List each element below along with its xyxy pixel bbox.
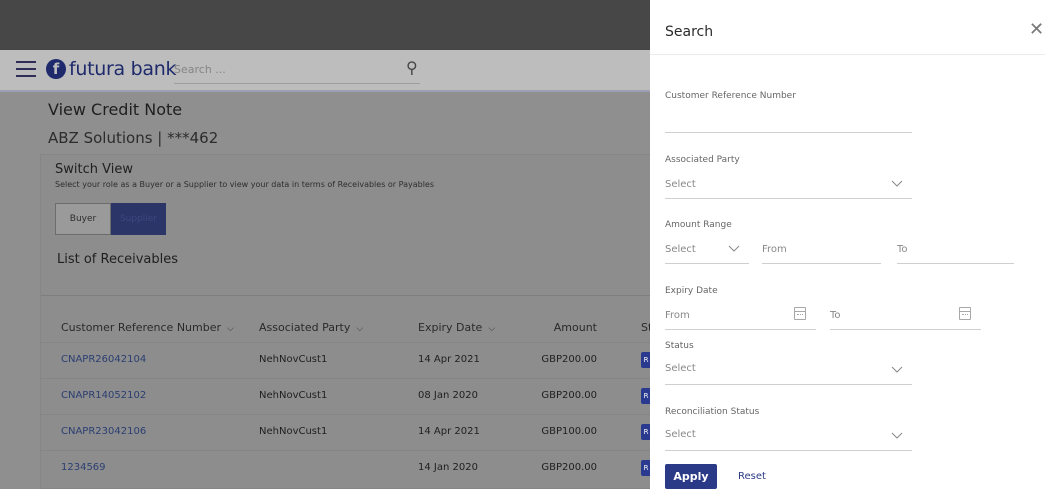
reference-link[interactable]: 1234569 [61,462,106,473]
search-panel: Search ✕ Customer Reference Number Assoc… [650,0,1045,489]
main-content: View Credit Note ABZ Solutions | ***462 … [0,92,650,489]
status-value: Select [665,363,696,374]
close-icon[interactable]: ✕ [1029,21,1044,39]
associated-party-label: Associated Party [665,155,740,165]
amount-cell: GBP100.00 [541,426,597,437]
status-badge: R [641,424,650,440]
party-cell: NehNovCust1 [259,354,328,365]
switch-view-description: Select your role as a Buyer or a Supplie… [55,180,435,189]
recon-status-select[interactable]: Select [665,425,912,451]
associated-party-select[interactable]: Select [665,175,912,199]
app-header: f futura bank Search ... ⚲ [0,50,650,92]
chevron-down-icon [891,180,903,187]
table-row[interactable]: CNAPR26042104 NehNovCust1 14 Apr 2021 GB… [41,342,650,378]
expiry-cell: 14 Apr 2021 [418,354,480,365]
reset-link[interactable]: Reset [738,471,766,482]
search-icon[interactable]: ⚲ [406,58,418,77]
reference-link[interactable]: CNAPR14052102 [61,390,146,401]
chevron-down-icon: ⌵ [227,324,234,334]
expiry-to-placeholder: To [830,310,841,321]
column-header-label: Associated Party [259,321,351,334]
amount-range-label: Amount Range [665,220,732,230]
column-header-label: St [641,321,650,334]
buyer-button[interactable]: Buyer [55,203,111,235]
party-account-subtitle: ABZ Solutions | ***462 [48,129,219,147]
page-title: View Credit Note [48,100,183,119]
bank-logo[interactable]: f futura bank [46,58,176,80]
role-toggle: Buyer Supplier [55,203,166,235]
reference-link[interactable]: CNAPR26042104 [61,354,146,365]
table-row[interactable]: CNAPR23042106 NehNovCust1 14 Apr 2021 GB… [41,414,650,450]
amount-to-input[interactable]: To [897,240,1014,264]
amount-cell: GBP200.00 [541,462,597,473]
header-search-input[interactable]: Search ... ⚲ [174,58,420,84]
column-header-label: Amount [553,321,597,334]
table-row[interactable]: 1234569 14 Jan 2020 GBP200.00 R [41,450,650,486]
expiry-cell: 14 Jan 2020 [418,462,478,473]
supplier-button[interactable]: Supplier [111,203,166,235]
calendar-icon[interactable] [794,307,806,320]
top-strip [0,0,650,50]
apply-button[interactable]: Apply [665,464,717,489]
column-header-expiry[interactable]: Expiry Date ⌵ [418,321,495,334]
calendar-icon[interactable] [959,307,971,320]
chevron-down-icon [728,245,740,252]
status-select[interactable]: Select [665,359,912,385]
expiry-cell: 14 Apr 2021 [418,426,480,437]
expiry-from-input[interactable]: From [665,306,816,330]
chevron-down-icon [891,366,903,373]
customer-ref-input[interactable] [665,111,912,133]
customer-ref-label: Customer Reference Number [665,91,796,101]
status-badge: R [641,460,650,476]
chevron-down-icon [891,432,903,439]
logo-icon: f [46,59,66,79]
switch-view-title: Switch View [55,162,133,177]
status-label: Status [665,341,694,351]
associated-party-value: Select [665,179,696,190]
status-badge: R [641,352,650,368]
recon-status-label: Reconciliation Status [665,407,760,417]
column-header-label: Customer Reference Number [61,321,222,334]
column-header-reference[interactable]: Customer Reference Number ⌵ [61,321,234,334]
recon-status-value: Select [665,429,696,440]
amount-from-input[interactable]: From [762,240,881,264]
reference-link[interactable]: CNAPR23042106 [61,426,146,437]
divider [41,295,650,296]
hamburger-icon[interactable] [16,61,36,77]
amount-cell: GBP200.00 [541,354,597,365]
column-header-amount: Amount [519,321,597,334]
expiry-cell: 08 Jan 2020 [418,390,478,401]
panel-divider [650,54,1045,55]
list-title: List of Receivables [57,252,179,267]
amount-currency-value: Select [665,244,696,255]
amount-currency-select[interactable]: Select [665,240,749,264]
chevron-down-icon: ⌵ [488,324,496,334]
chevron-down-icon: ⌵ [356,324,364,334]
expiry-to-input[interactable]: To [830,306,981,330]
content-card: Switch View Select your role as a Buyer … [40,154,650,489]
column-header-status: St [641,321,650,334]
status-badge: R [641,388,650,404]
logo-text: futura bank [69,58,177,80]
amount-cell: GBP200.00 [541,390,597,401]
column-header-label: Expiry Date [418,321,483,334]
header-search-placeholder: Search ... [174,63,226,76]
column-header-party[interactable]: Associated Party ⌵ [259,321,363,334]
expiry-date-label: Expiry Date [665,286,718,296]
amount-from-placeholder: From [762,244,787,255]
amount-to-placeholder: To [897,244,908,255]
party-cell: NehNovCust1 [259,426,328,437]
background-page: f futura bank Search ... ⚲ View Credit N… [0,0,650,489]
expiry-from-placeholder: From [665,310,690,321]
panel-title: Search [665,24,714,40]
table-row[interactable]: CNAPR14052102 NehNovCust1 08 Jan 2020 GB… [41,378,650,414]
party-cell: NehNovCust1 [259,390,328,401]
